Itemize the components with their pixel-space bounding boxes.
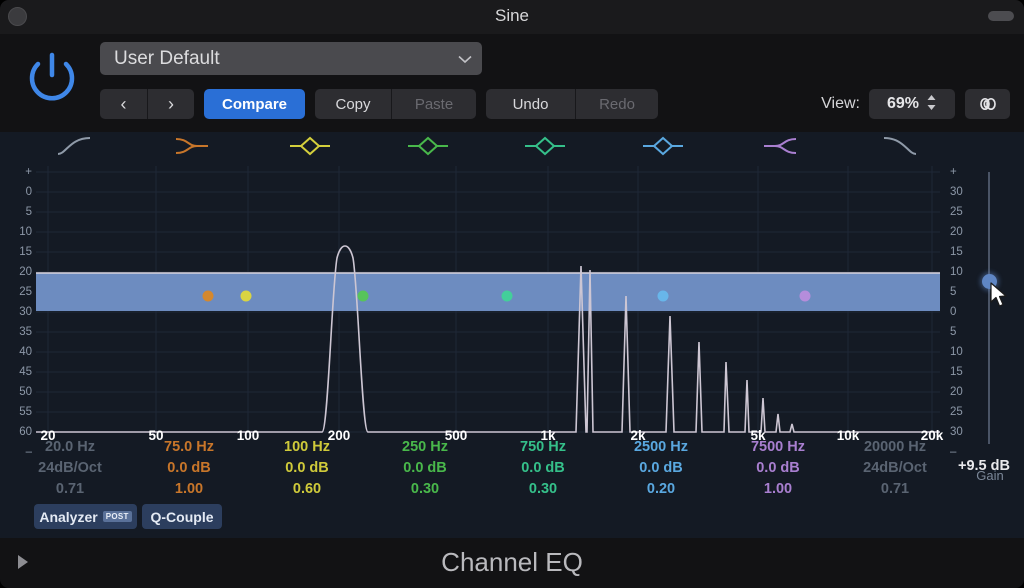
band-params-peak-1: 100 Hz 0.0 dB 0.60 bbox=[248, 437, 366, 500]
band-frequency[interactable]: 100 Hz bbox=[248, 437, 366, 458]
analyzer-label: Analyzer bbox=[39, 508, 98, 525]
axis-tick: 40 bbox=[19, 346, 32, 358]
copy-paste-group: Copy Paste bbox=[315, 89, 476, 119]
band-slope[interactable]: 24dB/Oct bbox=[836, 458, 954, 479]
compare-button[interactable]: Compare bbox=[204, 89, 305, 119]
stepper-arrows-icon bbox=[926, 94, 937, 114]
band-icon-peak-1[interactable] bbox=[287, 135, 333, 162]
analyzer-toggle-button[interactable]: Analyzer POST bbox=[34, 504, 137, 529]
view-controls: View: 69% bbox=[821, 89, 1010, 119]
band-q[interactable]: 0.71 bbox=[11, 479, 129, 500]
chevron-down-icon bbox=[458, 51, 472, 67]
preset-name: User Default bbox=[114, 47, 220, 69]
plugin-footer: Channel EQ bbox=[0, 538, 1024, 588]
band-gain[interactable]: 0.0 dB bbox=[248, 458, 366, 479]
paste-button[interactable]: Paste bbox=[391, 89, 476, 119]
band-icon-low-cut[interactable] bbox=[56, 135, 96, 162]
view-zoom-stepper[interactable]: 69% bbox=[869, 89, 955, 119]
band-params-peak-2: 250 Hz 0.0 dB 0.30 bbox=[366, 437, 484, 500]
band-icon-peak-2[interactable] bbox=[405, 135, 451, 162]
axis-tick: 5 bbox=[25, 206, 32, 218]
band-handle-peak-4[interactable] bbox=[657, 290, 669, 302]
power-icon[interactable] bbox=[24, 46, 80, 102]
band-icon-peak-4[interactable] bbox=[640, 135, 686, 162]
band-frequency[interactable]: 7500 Hz bbox=[719, 437, 837, 458]
band-slope[interactable]: 24dB/Oct bbox=[11, 458, 129, 479]
axis-tick: 45 bbox=[19, 366, 32, 378]
axis-tick: 55 bbox=[19, 406, 32, 418]
window-title: Sine bbox=[494, 6, 530, 25]
band-gain[interactable]: 0.0 dB bbox=[719, 458, 837, 479]
band-frequency[interactable]: 250 Hz bbox=[366, 437, 484, 458]
band-q[interactable]: 1.00 bbox=[130, 479, 248, 500]
axis-tick: 35 bbox=[19, 326, 32, 338]
view-zoom-value: 69% bbox=[886, 95, 920, 112]
redo-button[interactable]: Redo bbox=[575, 89, 658, 119]
title-bar: Sine bbox=[0, 0, 1024, 34]
axis-tick: 30 bbox=[19, 306, 32, 318]
band-handle-peak-3[interactable] bbox=[501, 290, 513, 302]
band-gain[interactable]: 0.0 dB bbox=[602, 458, 720, 479]
mouse-cursor-icon bbox=[990, 282, 1010, 314]
band-handle-peak-1[interactable] bbox=[240, 290, 252, 302]
band-q[interactable]: 0.71 bbox=[836, 479, 954, 500]
channel-eq-plugin-window: Sine User Default ‹ › Compare Copy Paste… bbox=[0, 0, 1024, 588]
band-params-peak-3: 750 Hz 0.0 dB 0.30 bbox=[484, 437, 602, 500]
next-preset-button[interactable]: › bbox=[147, 89, 194, 119]
band-handle-low-shelf[interactable] bbox=[202, 290, 214, 302]
band-params-high-cut: 20000 Hz 24dB/Oct 0.71 bbox=[836, 437, 954, 500]
band-type-icon-row bbox=[0, 132, 1024, 166]
left-db-axis: + 0 5 10 15 20 25 30 35 40 45 50 55 60 – bbox=[2, 166, 36, 466]
band-frequency[interactable]: 75.0 Hz bbox=[130, 437, 248, 458]
band-params-low-cut: 20.0 Hz 24dB/Oct 0.71 bbox=[11, 437, 129, 500]
band-icon-high-cut[interactable] bbox=[878, 135, 918, 162]
band-q[interactable]: 0.30 bbox=[484, 479, 602, 500]
master-gain-slider[interactable]: Gain bbox=[962, 166, 1024, 483]
band-q[interactable]: 0.60 bbox=[248, 479, 366, 500]
band-icon-low-shelf[interactable] bbox=[170, 135, 212, 162]
axis-tick: 20 bbox=[19, 266, 32, 278]
band-handle-peak-2[interactable] bbox=[357, 290, 369, 302]
band-q[interactable]: 0.30 bbox=[366, 479, 484, 500]
band-q[interactable]: 1.00 bbox=[719, 479, 837, 500]
analyzer-mode-badge: POST bbox=[102, 511, 132, 522]
band-parameter-table: 20.0 Hz 24dB/Oct 0.71 75.0 Hz 0.0 dB 1.0… bbox=[0, 437, 1024, 499]
axis-tick: + bbox=[25, 166, 32, 178]
window-resize-handle[interactable] bbox=[988, 11, 1014, 21]
band-frequency[interactable]: 2500 Hz bbox=[602, 437, 720, 458]
plugin-name: Channel EQ bbox=[441, 547, 583, 577]
band-gain[interactable]: 0.0 dB bbox=[130, 458, 248, 479]
band-frequency[interactable]: 20.0 Hz bbox=[11, 437, 129, 458]
copy-button[interactable]: Copy bbox=[315, 89, 391, 119]
axis-tick: 0 bbox=[25, 186, 32, 198]
axis-tick: 25 bbox=[19, 286, 32, 298]
axis-tick: 10 bbox=[19, 226, 32, 238]
band-icon-high-shelf[interactable] bbox=[760, 135, 802, 162]
axis-tick: 50 bbox=[19, 386, 32, 398]
toolbar-buttons: ‹ › Compare Copy Paste Undo Redo bbox=[100, 89, 668, 119]
band-q[interactable]: 0.20 bbox=[602, 479, 720, 500]
band-gain[interactable]: 0.0 dB bbox=[366, 458, 484, 479]
band-params-low-shelf: 75.0 Hz 0.0 dB 1.00 bbox=[130, 437, 248, 500]
axis-tick: 15 bbox=[19, 246, 32, 258]
link-icon[interactable] bbox=[965, 89, 1010, 119]
band-frequency[interactable]: 20000 Hz bbox=[836, 437, 954, 458]
band-handle-high-shelf[interactable] bbox=[799, 290, 811, 302]
undo-redo-group: Undo Redo bbox=[486, 89, 658, 119]
band-icon-peak-3[interactable] bbox=[522, 135, 568, 162]
master-gain-value[interactable]: +9.5 dB bbox=[944, 458, 1024, 474]
band-frequency[interactable]: 750 Hz bbox=[484, 437, 602, 458]
undo-button[interactable]: Undo bbox=[486, 89, 575, 119]
preset-dropdown[interactable]: User Default bbox=[100, 42, 482, 75]
band-params-peak-4: 2500 Hz 0.0 dB 0.20 bbox=[602, 437, 720, 500]
q-couple-button[interactable]: Q-Couple bbox=[142, 504, 222, 529]
band-gain[interactable]: 0.0 dB bbox=[484, 458, 602, 479]
bottom-control-bar: Analyzer POST Q-Couple Processing: Stere… bbox=[0, 500, 1024, 538]
previous-preset-button[interactable]: ‹ bbox=[100, 89, 147, 119]
plugin-toolbar: User Default ‹ › Compare Copy Paste Undo… bbox=[0, 34, 1024, 132]
band-params-high-shelf: 7500 Hz 0.0 dB 1.00 bbox=[719, 437, 837, 500]
preset-nav-group: ‹ › bbox=[100, 89, 194, 119]
view-label: View: bbox=[821, 95, 860, 112]
